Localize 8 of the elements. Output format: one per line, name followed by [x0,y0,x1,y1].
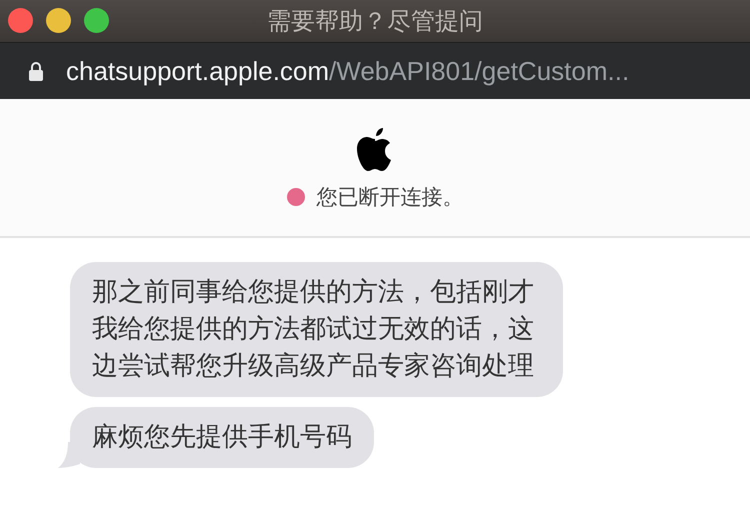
minimize-button[interactable] [46,8,71,33]
status-text: 您已断开连接。 [316,184,464,210]
message-bubble: 那之前同事给您提供的方法，包括刚才我给您提供的方法都试过无效的话，这边尝试帮您升级高级产品专家咨询处理 [70,262,563,397]
lock-icon [28,61,44,81]
zoom-button[interactable] [84,8,109,33]
message-bubble: 麻烦您先提供手机号码 [70,407,374,468]
window-title: 需要帮助？尽管提问 [267,6,483,37]
close-button[interactable] [8,8,33,33]
